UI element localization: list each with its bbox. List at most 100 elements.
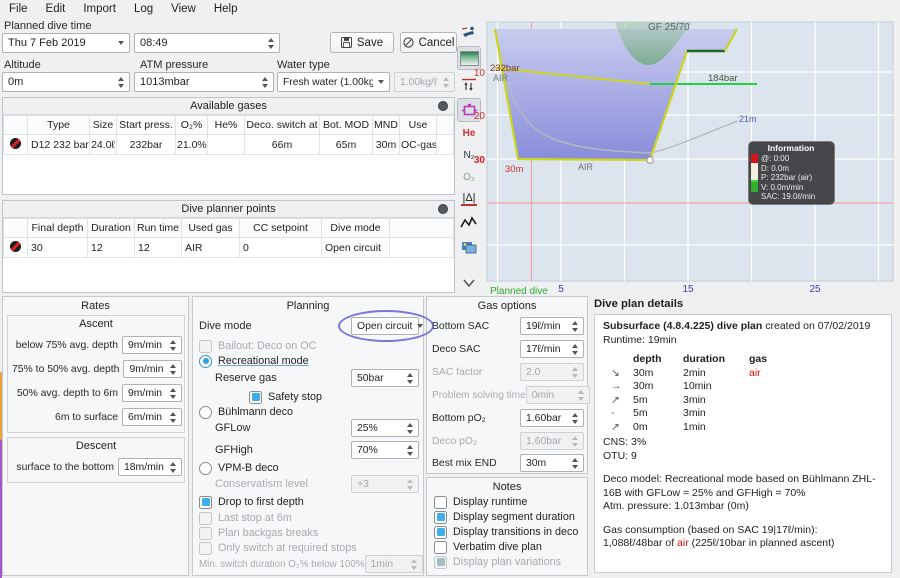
gases-settings-icon[interactable] xyxy=(438,101,448,111)
handle-marker[interactable] xyxy=(647,157,653,163)
plan-row: -5m3min xyxy=(607,407,791,421)
dive-date-value: Thu 7 Feb 2019 xyxy=(8,37,86,49)
plan-heading: Subsurface (4.8.4.225) dive plan created… xyxy=(603,320,883,334)
menu-help[interactable]: Help xyxy=(205,1,247,17)
point-setpoint-cell[interactable]: 0 xyxy=(240,238,322,258)
atm-pressure-spinbox[interactable]: 1013mbar xyxy=(134,72,274,92)
dive-date-combobox[interactable]: Thu 7 Feb 2019 xyxy=(2,33,130,53)
save-button[interactable]: Save xyxy=(330,32,394,53)
last-stop-checkbox xyxy=(199,512,212,525)
gas-mnd-cell[interactable]: 30m xyxy=(373,135,400,155)
gas-size-cell[interactable]: 24.0ℓ xyxy=(90,135,117,155)
altitude-spinbox[interactable]: 0m xyxy=(2,72,130,92)
last-stop-row: Last stop at 6m xyxy=(199,511,292,525)
plan-cns: CNS: 3% xyxy=(603,436,883,450)
gas-type-cell[interactable]: D12 232 bar xyxy=(28,135,90,155)
point-duration-cell[interactable]: 12 xyxy=(88,238,135,258)
remove-gas-icon[interactable] xyxy=(10,138,21,149)
planning-title: Planning xyxy=(193,300,423,312)
cancel-button[interactable]: Cancel xyxy=(400,32,457,53)
recreational-radio[interactable] xyxy=(199,355,212,368)
available-gases-title: Available gases xyxy=(190,100,267,112)
spin-arrows-icon[interactable] xyxy=(257,77,268,88)
ascent-rate-2-spinbox[interactable]: 9m/min xyxy=(123,360,182,378)
gas-start-press-cell[interactable]: 232bar xyxy=(117,135,176,155)
water-type-combobox[interactable]: Fresh water (1.00kg/ℓ) xyxy=(277,72,390,92)
bottom-po2-spinbox[interactable]: 1.60bar xyxy=(520,409,584,427)
dive-time-spinbox[interactable]: 08:49 xyxy=(134,33,280,53)
drop-first-depth-row: Drop to first depth xyxy=(199,495,304,509)
ascent-rate-1-spinbox[interactable]: 9m/min xyxy=(122,336,182,354)
backgas-row: Plan backgas breaks xyxy=(199,526,318,540)
water-density-spinbox: 1.00kg/ℓ xyxy=(394,72,455,92)
water-type-value: Fresh water (1.00kg/ℓ) xyxy=(283,77,373,88)
gas-use-cell[interactable]: OC-gas xyxy=(400,135,437,155)
gfhigh-spinbox[interactable]: 70% xyxy=(351,441,419,459)
point-runtime-cell[interactable]: 12 xyxy=(135,238,182,258)
display-segment-duration-label: Display segment duration xyxy=(453,511,575,523)
planner-point-row[interactable]: 30 12 12 AIR 0 Open circuit xyxy=(4,238,454,258)
menu-import[interactable]: Import xyxy=(74,1,125,17)
menu-view[interactable]: View xyxy=(162,1,205,17)
gas-o2-cell[interactable]: 21.0% xyxy=(176,135,208,155)
best-mix-end-spinbox[interactable]: 30m xyxy=(520,454,584,472)
safety-stop-label: Safety stop xyxy=(268,391,322,403)
ascent-rate-3-spinbox[interactable]: 9m/min xyxy=(122,384,182,402)
problem-solving-time-spinbox: 0min xyxy=(526,386,590,404)
spin-arrows-icon[interactable] xyxy=(263,38,274,49)
descent-rate-spinbox[interactable]: 18m/min xyxy=(118,458,182,476)
point-mode-cell[interactable]: Open circuit xyxy=(322,238,390,258)
deco-sac-spinbox[interactable]: 17ℓ/min xyxy=(520,340,584,358)
notes-title: Notes xyxy=(427,481,587,493)
display-transitions-row: Display transitions in deco xyxy=(434,525,578,539)
gas-he-cell[interactable] xyxy=(208,135,245,155)
save-label: Save xyxy=(357,37,383,49)
last-stop-label: Last stop at 6m xyxy=(218,512,292,524)
point-depth-cell[interactable]: 30 xyxy=(28,238,88,258)
col-run-time: Run time xyxy=(135,219,182,238)
end-pressure-label: 184bar xyxy=(708,73,738,84)
info-depth: D: 0.0m xyxy=(761,164,815,174)
verbatim-plan-checkbox[interactable] xyxy=(434,541,447,554)
vpmb-radio[interactable] xyxy=(199,462,212,475)
ascent-rate-4-spinbox[interactable]: 6m/min xyxy=(122,408,182,426)
buhlmann-radio[interactable] xyxy=(199,406,212,419)
bottom-sac-spinbox[interactable]: 19ℓ/min xyxy=(520,317,584,335)
gflow-spinbox[interactable]: 25% xyxy=(351,419,419,437)
notes-panel: Notes Display runtime Display segment du… xyxy=(426,477,588,576)
remove-point-icon[interactable] xyxy=(10,241,21,252)
gas-deco-switch-cell[interactable]: 66m xyxy=(245,135,320,155)
min-switch-label: Min. switch duration O₂% below 100% xyxy=(199,559,365,570)
col-type: Type xyxy=(28,116,90,135)
rates-panel: Rates Ascent below 75% avg. depth 9m/min… xyxy=(2,296,189,576)
reserve-gas-spinbox[interactable]: 50bar xyxy=(351,369,419,387)
available-gases-table: Type Size Start press. O₂% He% Deco. swi… xyxy=(3,115,454,155)
only-switch-row: Only switch at required stops xyxy=(199,541,357,555)
menu-file[interactable]: File xyxy=(0,1,37,17)
recreational-radio-row: Recreational mode xyxy=(199,354,309,368)
verbatim-plan-label: Verbatim dive plan xyxy=(453,541,542,553)
drop-first-depth-checkbox[interactable] xyxy=(199,496,212,509)
display-transitions-checkbox[interactable] xyxy=(434,526,447,539)
gas-options-panel: Gas options Bottom SAC 19ℓ/min Deco SAC … xyxy=(426,296,588,474)
display-runtime-row: Display runtime xyxy=(434,495,527,509)
menu-log[interactable]: Log xyxy=(125,1,162,17)
menu-edit[interactable]: Edit xyxy=(37,1,75,17)
best-mix-end-label: Best mix END xyxy=(432,458,497,469)
ascent-rate-4-label: 6m to surface xyxy=(12,412,118,423)
altitude-label: Altitude xyxy=(4,59,41,71)
cancel-icon xyxy=(403,37,414,48)
display-runtime-checkbox[interactable] xyxy=(434,496,447,509)
dive-mode-combobox[interactable]: Open circuit xyxy=(351,317,419,335)
safety-stop-checkbox[interactable] xyxy=(249,391,262,404)
planning-panel: Planning Dive mode Open circuit Bailout:… xyxy=(192,296,424,576)
plan-gas-consumption-1: Gas consumption (based on SAC 19|17ℓ/min… xyxy=(603,524,883,538)
gas-bot-mod-cell[interactable]: 65m xyxy=(320,135,373,155)
deco-sac-label: Deco SAC xyxy=(432,344,481,355)
display-segment-duration-checkbox[interactable] xyxy=(434,511,447,524)
points-settings-icon[interactable] xyxy=(438,204,448,214)
point-gas-cell[interactable]: AIR xyxy=(182,238,240,258)
gas-row[interactable]: D12 232 bar 24.0ℓ 232bar 21.0% 66m 65m 3… xyxy=(4,135,454,155)
reserve-gas-label: Reserve gas xyxy=(215,372,277,384)
spin-arrows-icon[interactable] xyxy=(113,77,124,88)
